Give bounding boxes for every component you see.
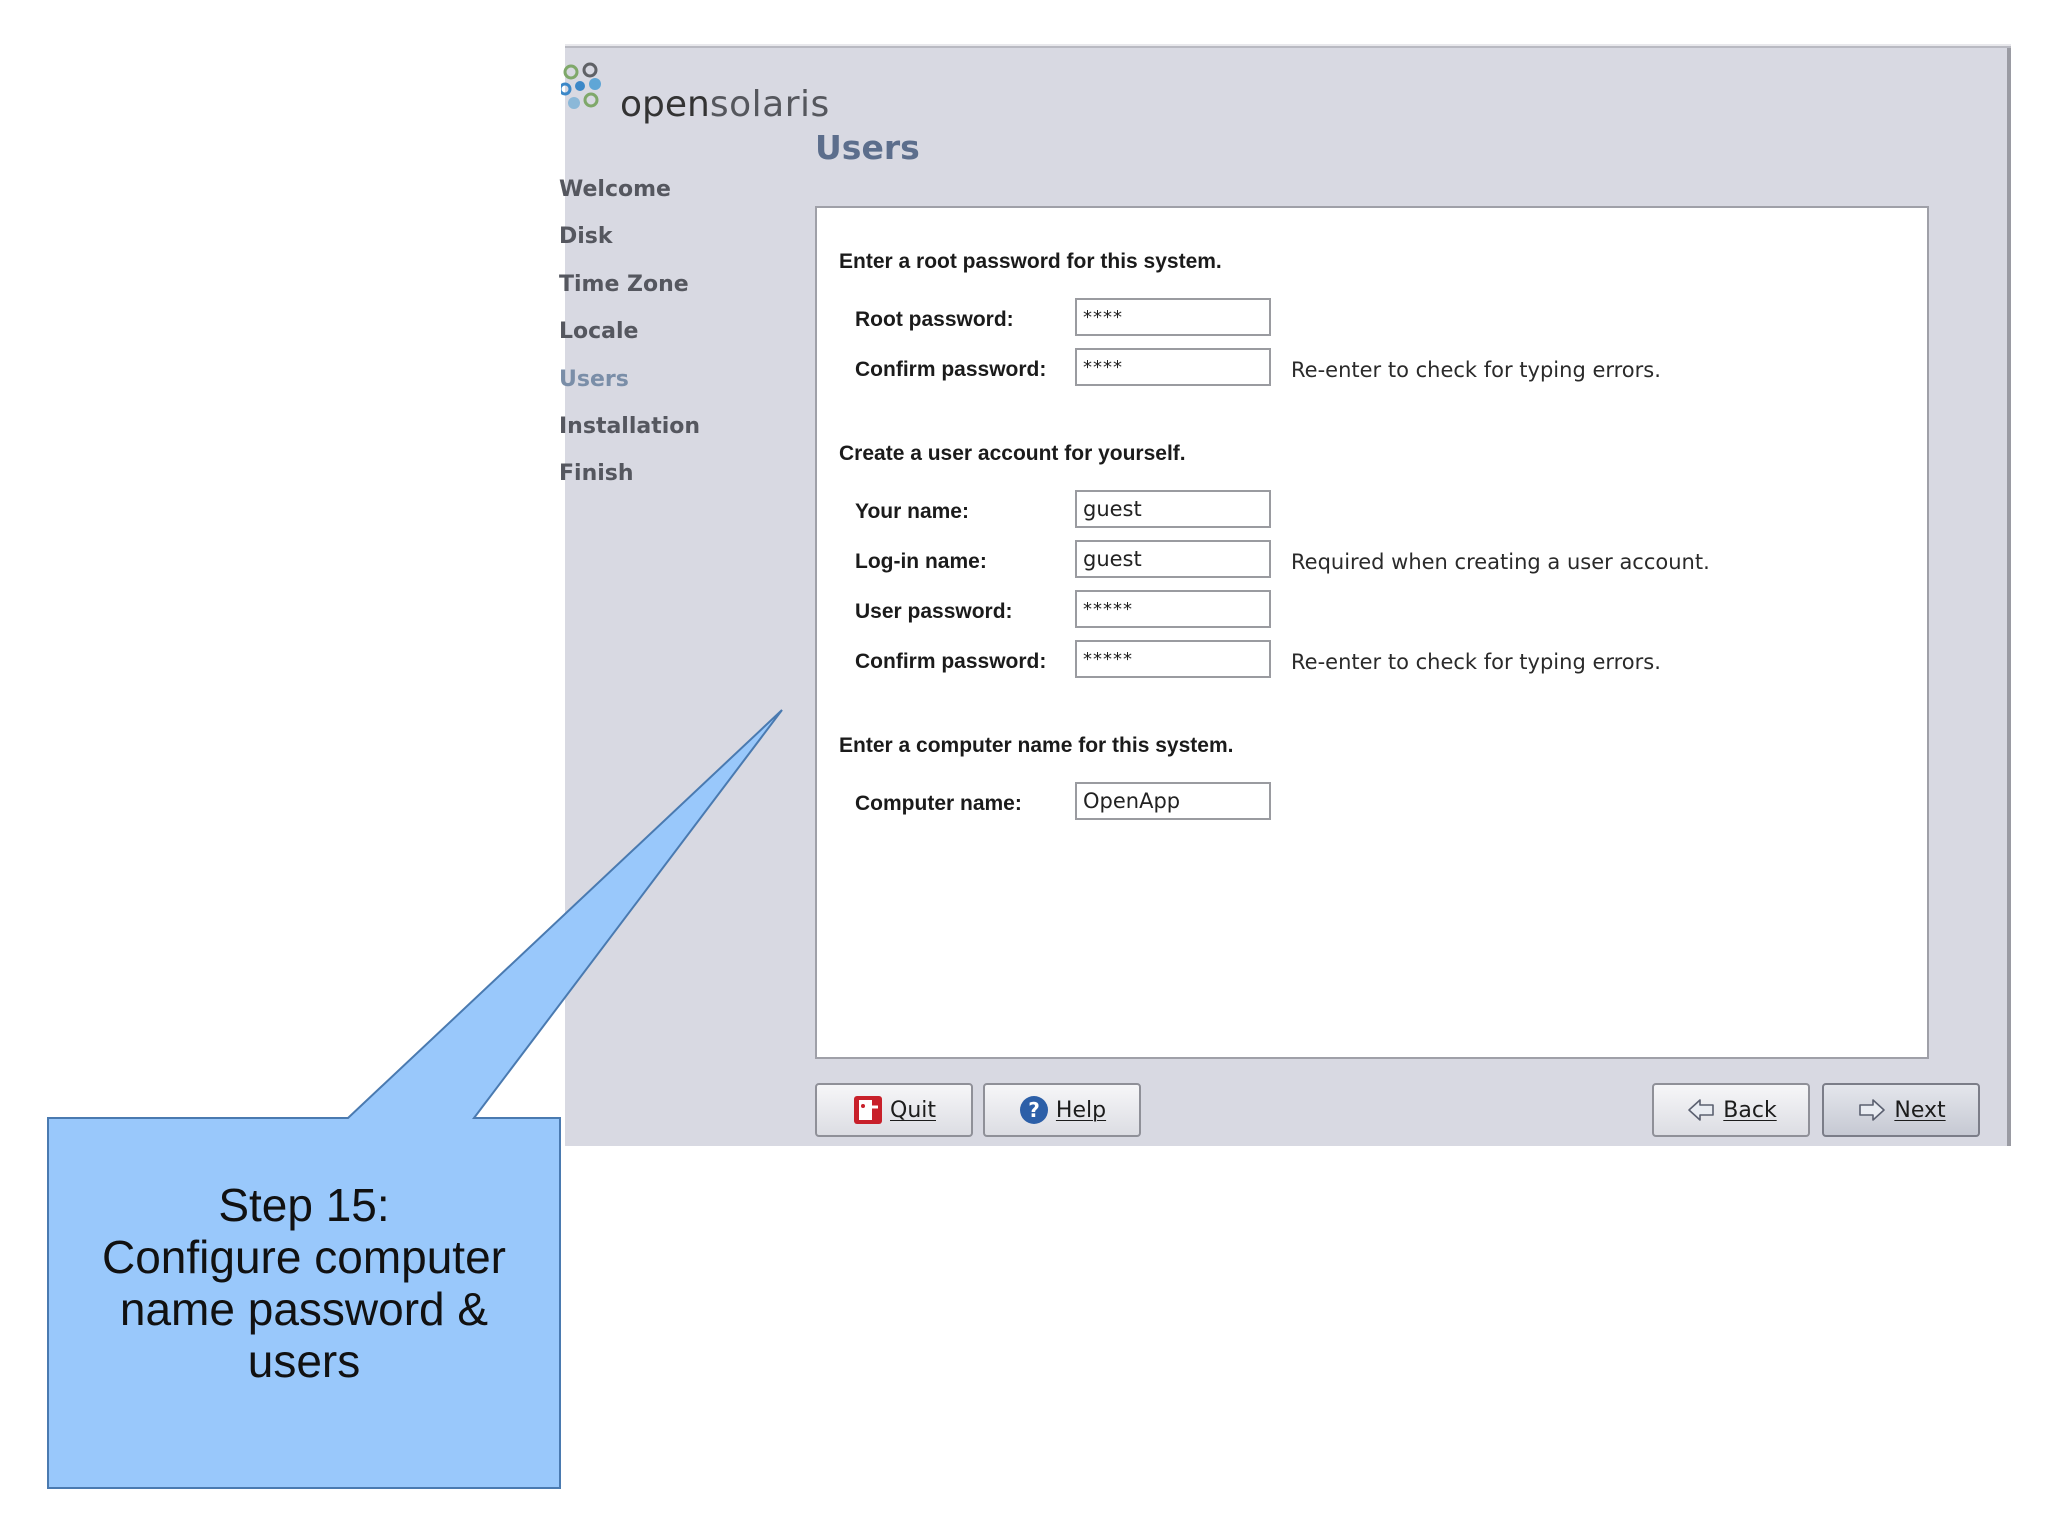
arrow-right-icon bbox=[1859, 1099, 1886, 1121]
root-confirm-password-input[interactable] bbox=[1075, 348, 1271, 386]
user-password-label: User password: bbox=[855, 600, 1013, 623]
sidebar-step-finish: Finish bbox=[559, 461, 634, 487]
steps-sidebar: Welcome Disk Time Zone Locale Users Inst… bbox=[559, 166, 785, 498]
user-confirm-hint: Re-enter to check for typing errors. bbox=[1291, 650, 1661, 674]
help-button-label: Help bbox=[1055, 1097, 1107, 1123]
logo-wordmark: opensolaris bbox=[620, 84, 830, 125]
sidebar-step-users: Users bbox=[559, 366, 629, 392]
user-password-input[interactable] bbox=[1075, 590, 1271, 628]
computer-name-input[interactable] bbox=[1075, 782, 1271, 820]
next-button-label: Next bbox=[1894, 1097, 1946, 1123]
help-icon: ? bbox=[1019, 1096, 1048, 1124]
your-name-label: Your name: bbox=[855, 500, 969, 523]
quit-button[interactable]: Quit bbox=[815, 1083, 973, 1137]
user-confirm-password-label: Confirm password: bbox=[855, 650, 1047, 673]
user-confirm-password-input[interactable] bbox=[1075, 640, 1271, 678]
help-button[interactable]: ? Help bbox=[983, 1083, 1141, 1137]
installer-window: opensolaris Welcome Disk Time Zone Local… bbox=[559, 46, 2011, 1146]
login-name-input[interactable] bbox=[1075, 540, 1271, 578]
quit-button-label: Quit bbox=[890, 1097, 936, 1123]
root-password-label: Root password: bbox=[855, 308, 1014, 331]
svg-text:?: ? bbox=[1028, 1098, 1040, 1122]
next-button[interactable]: Next bbox=[1822, 1083, 1980, 1137]
opensolaris-logo-icon bbox=[561, 62, 601, 109]
sidebar-step-disk: Disk bbox=[559, 224, 613, 250]
computer-section-heading: Enter a computer name for this system. bbox=[839, 734, 1234, 757]
opensolaris-logo: opensolaris bbox=[561, 62, 829, 132]
your-name-input[interactable] bbox=[1075, 490, 1271, 528]
back-button-label: Back bbox=[1723, 1097, 1777, 1123]
back-button[interactable]: Back bbox=[1652, 1083, 1810, 1137]
login-name-hint: Required when creating a user account. bbox=[1291, 550, 1710, 574]
window-edge bbox=[2007, 48, 2011, 1146]
page-title: Users bbox=[815, 128, 920, 167]
login-name-label: Log-in name: bbox=[855, 550, 987, 573]
arrow-left-icon bbox=[1688, 1099, 1715, 1121]
root-password-input[interactable] bbox=[1075, 298, 1271, 336]
sidebar-step-locale: Locale bbox=[559, 319, 639, 345]
user-section-heading: Create a user account for yourself. bbox=[839, 442, 1186, 465]
sidebar-step-installation: Installation bbox=[559, 413, 701, 439]
exit-door-icon bbox=[854, 1096, 882, 1124]
root-confirm-password-label: Confirm password: bbox=[855, 358, 1047, 381]
sidebar-step-time-zone: Time Zone bbox=[559, 271, 689, 297]
root-confirm-hint: Re-enter to check for typing errors. bbox=[1291, 358, 1661, 382]
root-section-heading: Enter a root password for this system. bbox=[839, 250, 1222, 273]
users-form-panel: Enter a root password for this system. R… bbox=[815, 206, 1929, 1059]
callout-text: Step 15: Configure computer name passwor… bbox=[102, 1179, 506, 1387]
sidebar-step-welcome: Welcome bbox=[559, 177, 671, 202]
computer-name-label: Computer name: bbox=[855, 792, 1022, 815]
